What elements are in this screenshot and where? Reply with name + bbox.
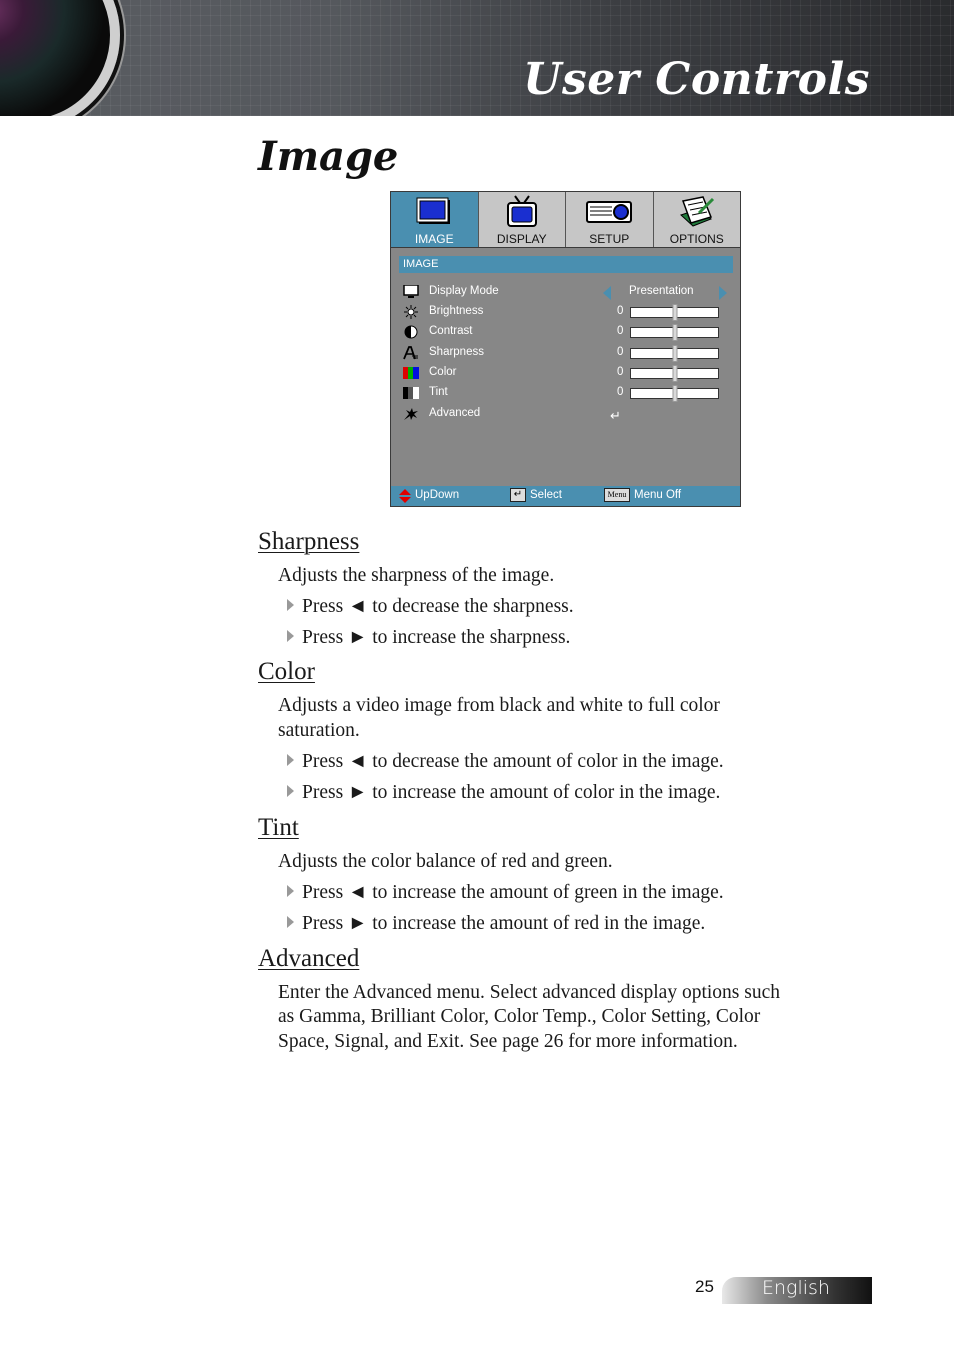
page-number: 25 xyxy=(695,1277,714,1296)
tab-label: SETUP xyxy=(589,232,630,246)
monitor-icon xyxy=(416,197,451,224)
tv-icon xyxy=(506,195,537,227)
tint-bullet-2: Press ► to increase the amount of red in… xyxy=(287,911,705,936)
language-label: English xyxy=(762,1277,830,1299)
item-label: Sharpness xyxy=(429,346,484,358)
updown-arrow-icon xyxy=(399,489,411,503)
color-icon xyxy=(403,367,419,379)
bullet-arrow-icon xyxy=(287,630,294,642)
tint-bullet-1: Press ◄ to increase the amount of green … xyxy=(287,880,724,905)
osd-item-contrast[interactable]: Contrast 0 xyxy=(403,323,733,343)
chapter-title: User Controls xyxy=(523,54,870,105)
page-title: Image xyxy=(258,133,399,180)
contrast-slider[interactable] xyxy=(630,324,719,341)
slider-knob[interactable] xyxy=(672,365,677,382)
bullet-arrow-icon xyxy=(287,785,294,797)
slider-knob[interactable] xyxy=(672,345,677,362)
header-banner: User Controls xyxy=(0,0,954,116)
updown-hint: UpDown xyxy=(415,489,460,501)
select-key-icon: ↵ xyxy=(510,488,526,502)
osd-menu: IMAGE DISPLAY SETUP OPTIONS IMAGE Displa… xyxy=(390,191,741,507)
color-description-line-1: Adjusts a video image from black and whi… xyxy=(278,695,720,716)
sharpness-slider[interactable] xyxy=(630,345,719,362)
tab-label: OPTIONS xyxy=(669,232,724,246)
slider-knob[interactable] xyxy=(672,385,677,402)
slider-knob[interactable] xyxy=(672,324,677,341)
item-value: 0 xyxy=(617,386,624,398)
sharpness-bullet-2: Press ► to increase the sharpness. xyxy=(287,625,570,650)
tab-label: DISPLAY xyxy=(496,232,547,246)
tab-image[interactable]: IMAGE xyxy=(391,192,479,247)
osd-item-display-mode[interactable]: Display Mode Presentation xyxy=(403,283,733,303)
select-hint: Select xyxy=(530,489,562,501)
osd-item-advanced[interactable]: Advanced ↵ xyxy=(403,405,733,425)
slider-knob[interactable] xyxy=(672,304,677,321)
bullet-arrow-icon xyxy=(287,754,294,766)
osd-tab-bar: IMAGE DISPLAY SETUP OPTIONS xyxy=(391,192,740,248)
tab-display[interactable]: DISPLAY xyxy=(478,192,566,247)
menu-off-hint: Menu Off xyxy=(634,489,682,501)
item-value: 0 xyxy=(617,346,624,358)
advanced-description-line-1: Enter the Advanced menu. Select advanced… xyxy=(278,982,780,1003)
tab-setup[interactable]: SETUP xyxy=(566,192,654,247)
menu-key-icon: Menu xyxy=(604,488,630,502)
brightness-slider[interactable] xyxy=(630,304,719,321)
arrow-right-icon[interactable] xyxy=(719,286,727,300)
osd-item-sharpness[interactable]: Sharpness 0 xyxy=(403,344,733,364)
tab-options[interactable]: OPTIONS xyxy=(653,192,740,247)
color-bullet-1: Press ◄ to decrease the amount of color … xyxy=(287,749,724,774)
bullet-arrow-icon xyxy=(287,916,294,928)
item-value: 0 xyxy=(617,325,624,337)
contrast-icon xyxy=(404,325,418,339)
osd-item-tint[interactable]: Tint 0 xyxy=(403,384,733,404)
item-label: Tint xyxy=(429,386,448,398)
color-slider[interactable] xyxy=(630,365,719,382)
item-label: Advanced xyxy=(429,407,481,419)
heading-sharpness: Sharpness xyxy=(258,528,360,555)
sharpness-icon xyxy=(403,346,418,360)
advanced-description-line-2: as Gamma, Brilliant Color, Color Temp., … xyxy=(278,1006,761,1027)
tint-description: Adjusts the color balance of red and gre… xyxy=(278,851,613,872)
enter-icon: ↵ xyxy=(610,408,621,423)
tint-slider[interactable] xyxy=(630,385,719,402)
item-value: 0 xyxy=(617,305,624,317)
notepad-icon xyxy=(679,196,714,227)
item-label: Display Mode xyxy=(429,285,499,297)
advanced-icon xyxy=(404,408,418,420)
item-label: Brightness xyxy=(429,305,484,317)
display-mode-value: Presentation xyxy=(629,285,694,297)
bullet-arrow-icon xyxy=(287,599,294,611)
color-bullet-2: Press ► to increase the amount of color … xyxy=(287,780,720,805)
tab-label: IMAGE xyxy=(414,232,454,246)
item-label: Contrast xyxy=(429,325,473,337)
heading-color: Color xyxy=(258,658,315,685)
heading-tint: Tint xyxy=(258,814,299,841)
sharpness-bullet-1: Press ◄ to decrease the sharpness. xyxy=(287,594,574,619)
color-description-line-2: saturation. xyxy=(278,720,360,741)
page-footer: 25 English xyxy=(692,1276,872,1305)
osd-item-color[interactable]: Color 0 xyxy=(403,364,733,384)
projector-icon xyxy=(586,201,633,223)
brightness-icon xyxy=(404,305,418,319)
display-mode-icon xyxy=(403,285,419,298)
bullet-arrow-icon xyxy=(287,885,294,897)
arrow-left-icon[interactable] xyxy=(603,286,611,300)
sharpness-description: Adjusts the sharpness of the image. xyxy=(278,565,555,586)
osd-section-title: IMAGE xyxy=(399,256,733,273)
item-value: 0 xyxy=(617,366,624,378)
tint-icon xyxy=(403,387,419,399)
item-label: Color xyxy=(429,366,457,378)
osd-item-brightness[interactable]: Brightness 0 xyxy=(403,303,733,323)
heading-advanced: Advanced xyxy=(258,945,360,972)
osd-footer-bar: UpDown ↵ Select Menu Menu Off xyxy=(391,486,740,506)
advanced-description-line-3: Space, Signal, and Exit. See page 26 for… xyxy=(278,1031,738,1052)
